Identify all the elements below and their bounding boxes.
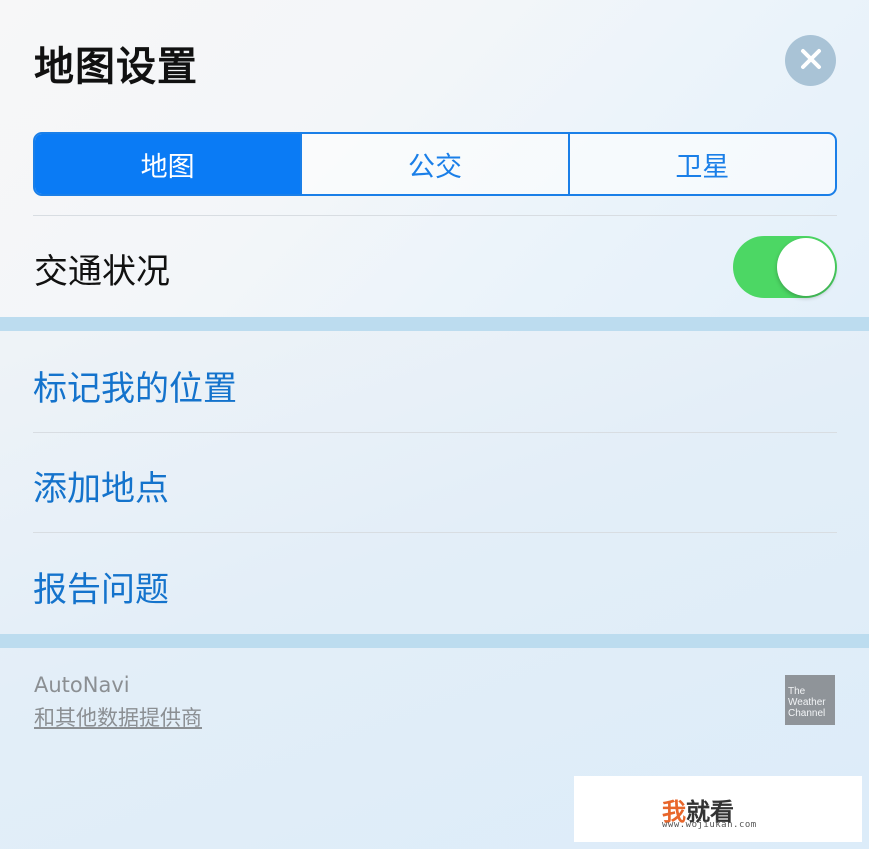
segment-map[interactable]: 地图: [35, 134, 301, 194]
traffic-label: 交通状况: [34, 252, 170, 292]
divider: [33, 215, 837, 216]
close-icon: [800, 48, 822, 74]
segment-transit[interactable]: 公交: [300, 134, 567, 194]
section-separator: [0, 317, 869, 331]
map-type-segmented-control: 地图 公交 卫星: [33, 132, 837, 196]
divider: [33, 532, 837, 533]
other-providers-link[interactable]: 和其他数据提供商: [34, 702, 202, 732]
toggle-knob: [777, 238, 835, 296]
weather-channel-logo: The Weather Channel: [785, 675, 835, 725]
traffic-toggle[interactable]: [733, 236, 837, 298]
data-provider-label: AutoNavi: [34, 673, 130, 697]
divider: [33, 432, 837, 433]
watermark: 我就看 www.wojiukan.com: [574, 776, 862, 842]
segment-satellite[interactable]: 卫星: [567, 134, 835, 194]
add-place-button[interactable]: 添加地点: [33, 461, 169, 510]
page-title: 地图设置: [34, 44, 198, 90]
close-button[interactable]: [785, 35, 836, 86]
section-separator: [0, 634, 869, 648]
mark-my-location-button[interactable]: 标记我的位置: [33, 361, 237, 410]
report-issue-button[interactable]: 报告问题: [33, 562, 169, 611]
watermark-url: www.wojiukan.com: [662, 820, 757, 830]
